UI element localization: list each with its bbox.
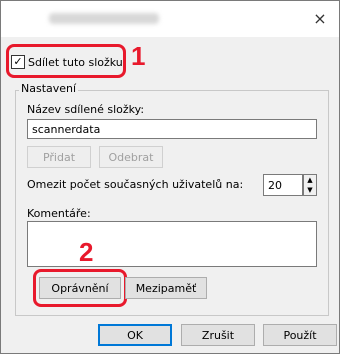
comments-label: Komentáře:	[27, 207, 91, 220]
comments-textarea[interactable]	[27, 221, 317, 267]
caching-button[interactable]: Mezipaměť	[125, 277, 207, 299]
user-limit-input[interactable]	[263, 174, 303, 196]
spin-up-icon[interactable]: ▲	[304, 175, 316, 185]
spin-down-icon[interactable]: ▼	[304, 185, 316, 195]
title-bar: ×	[1, 1, 339, 37]
close-icon[interactable]: ×	[307, 7, 333, 31]
user-limit-label: Omezit počet současných uživatelů na:	[27, 178, 244, 191]
callout-number-2: 2	[79, 237, 94, 267]
settings-group-label: Nastavení	[19, 82, 79, 95]
user-limit-spinner[interactable]: ▲ ▼	[303, 174, 317, 196]
blurred-title	[49, 13, 159, 24]
apply-button[interactable]: Použít	[263, 324, 337, 346]
share-name-label: Název sdílené složky:	[27, 103, 145, 116]
callout-number-1: 1	[131, 41, 146, 71]
advanced-sharing-dialog: × ✓ Sdílet tuto složku 1 Nastavení Název…	[0, 0, 340, 354]
share-name-input[interactable]	[27, 119, 317, 139]
remove-button[interactable]: Odebrat	[99, 146, 163, 168]
cancel-button[interactable]: Zrušit	[181, 324, 255, 346]
ok-button[interactable]: OK	[98, 324, 172, 346]
permissions-button[interactable]: Oprávnění	[39, 277, 121, 299]
callout-highlight-1	[6, 44, 126, 78]
add-button[interactable]: Přidat	[27, 146, 91, 168]
